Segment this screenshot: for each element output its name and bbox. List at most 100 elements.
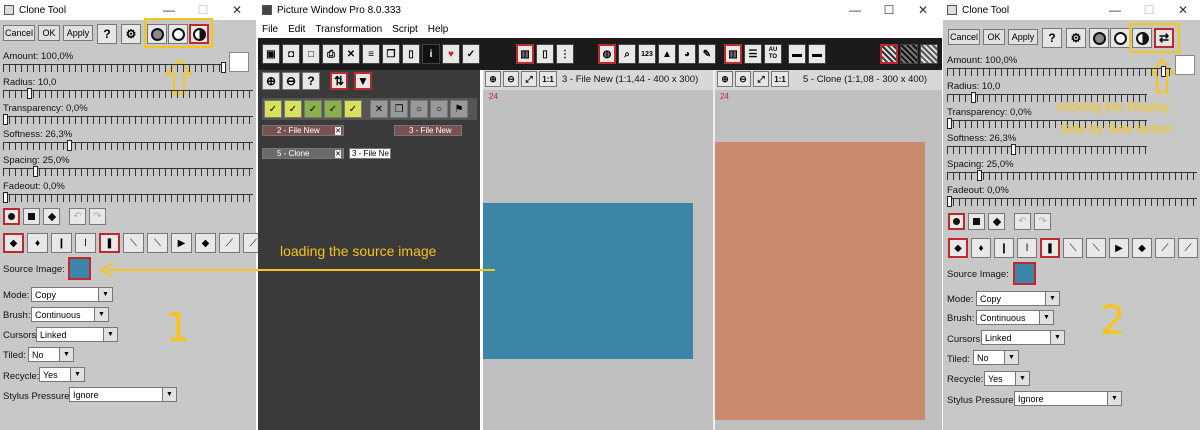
undo-button[interactable]: ↶: [1014, 213, 1031, 230]
pattern3-icon[interactable]: [920, 44, 938, 64]
zoom-in-icon[interactable]: ⊕: [262, 72, 280, 90]
brush-dir-button[interactable]: ◆: [3, 233, 24, 253]
mode-select[interactable]: Copy ▼: [976, 291, 1060, 306]
maximize-button[interactable]: ☐: [1132, 0, 1166, 20]
display-source-button[interactable]: [1089, 28, 1109, 48]
help-button[interactable]: ?: [1042, 28, 1062, 48]
brush-dir-button[interactable]: ♦: [27, 233, 48, 253]
spacing-slider[interactable]: [947, 170, 1197, 182]
redo-button[interactable]: ↷: [1034, 213, 1051, 230]
brush-square-button[interactable]: [23, 208, 40, 225]
cancel-button[interactable]: Cancel: [3, 25, 35, 41]
doc-tab-5[interactable]: 5 - Clone ✕: [262, 148, 344, 159]
brush-round-button[interactable]: [948, 213, 965, 230]
menu-transformation[interactable]: Transformation: [315, 24, 382, 35]
cursors-select[interactable]: Linked ▼: [981, 330, 1065, 345]
mouse-icon[interactable]: ◍: [598, 44, 616, 64]
apply-button[interactable]: Apply: [1008, 29, 1038, 45]
close-icon[interactable]: ✕: [370, 100, 388, 118]
pattern2-icon[interactable]: [900, 44, 918, 64]
display-split-button[interactable]: [189, 24, 209, 44]
redo-button[interactable]: ↷: [89, 208, 106, 225]
side-by-side-swap-icon[interactable]: ⇄: [1154, 28, 1174, 48]
cursors-select[interactable]: Linked ▼: [36, 327, 118, 342]
softness-slider[interactable]: [947, 144, 1147, 156]
close-icon[interactable]: ✕: [335, 126, 341, 135]
close-button[interactable]: ✕: [906, 0, 940, 20]
transparency-slider[interactable]: [3, 114, 253, 126]
cancel-button[interactable]: Cancel: [948, 29, 980, 45]
brush-dir-button[interactable]: ⟍: [1063, 238, 1083, 258]
ok-button[interactable]: OK: [983, 29, 1005, 45]
zoom-in-icon[interactable]: ⊕: [717, 71, 733, 87]
one-to-one-button[interactable]: 1:1: [771, 71, 789, 87]
display-split-button[interactable]: [1132, 28, 1152, 48]
collapse-icon[interactable]: ⇅: [330, 72, 348, 90]
radius-slider[interactable]: [3, 88, 253, 100]
help-icon[interactable]: ?: [302, 72, 320, 90]
doc-tab-3[interactable]: 3 - File New: [394, 125, 462, 136]
zoom-out-icon[interactable]: ⊖: [735, 71, 751, 87]
copy-icon[interactable]: ❐: [390, 100, 408, 118]
check-icon[interactable]: ✓: [284, 100, 302, 118]
bookmark-icon[interactable]: ✓: [462, 44, 480, 64]
brush-round-button[interactable]: [3, 208, 20, 225]
undo-button[interactable]: ↶: [69, 208, 86, 225]
one-to-one-button[interactable]: 1:1: [539, 71, 557, 87]
close-icon[interactable]: ✕: [335, 149, 341, 158]
minimize-button[interactable]: —: [152, 0, 186, 20]
numbers-icon[interactable]: 123: [638, 44, 656, 64]
brush-dir-button[interactable]: ▶: [171, 233, 192, 253]
brush-dir-button[interactable]: ❚: [1040, 238, 1060, 258]
menu-edit[interactable]: Edit: [288, 24, 305, 35]
new-icon[interactable]: □: [302, 44, 320, 64]
mode-select[interactable]: Copy ▼: [31, 287, 113, 302]
print-icon[interactable]: ⎙: [322, 44, 340, 64]
fadeout-slider[interactable]: [3, 192, 253, 204]
open-icon[interactable]: ▣: [262, 44, 280, 64]
brush-dir-button[interactable]: ⟍: [147, 233, 168, 253]
stylus-pressure-select[interactable]: Ignore ▼: [1014, 391, 1122, 406]
close-button[interactable]: ✕: [1166, 0, 1200, 20]
circle-icon[interactable]: ○: [410, 100, 428, 118]
display-target-button[interactable]: [168, 24, 188, 44]
copy-icon[interactable]: ❐: [382, 44, 400, 64]
menu-script[interactable]: Script: [392, 24, 418, 35]
brush-dir-button[interactable]: ▶: [1109, 238, 1129, 258]
brush-dir-button[interactable]: ⟋: [1178, 238, 1198, 258]
single-page-icon[interactable]: ▯: [536, 44, 554, 64]
check-icon[interactable]: ✓: [324, 100, 342, 118]
brush-dir-button[interactable]: ◆: [948, 238, 968, 258]
circle-icon[interactable]: ○: [430, 100, 448, 118]
menu-file[interactable]: File: [262, 24, 278, 35]
check-icon[interactable]: ✓: [344, 100, 362, 118]
ok-button[interactable]: OK: [38, 25, 60, 41]
settings-gear-icon[interactable]: ⚙: [121, 24, 141, 44]
brush-diamond-button[interactable]: [43, 208, 60, 225]
color-swatch[interactable]: [1175, 55, 1195, 75]
amount-slider[interactable]: [947, 66, 1171, 78]
menu-help[interactable]: Help: [428, 24, 449, 35]
brush-select[interactable]: Continuous ▼: [31, 307, 109, 322]
fadeout-slider[interactable]: [947, 196, 1197, 208]
check-icon[interactable]: ✓: [264, 100, 282, 118]
display-target-button[interactable]: [1110, 28, 1130, 48]
dots-icon[interactable]: ⋮: [556, 44, 574, 64]
brush-diamond-button[interactable]: [988, 213, 1005, 230]
auto-icon[interactable]: AU TO: [764, 44, 782, 64]
stylus-pressure-select[interactable]: Ignore ▼: [69, 387, 177, 402]
list-icon[interactable]: ≡: [362, 44, 380, 64]
brush-dir-button[interactable]: ⟋: [1155, 238, 1175, 258]
brush-dir-button[interactable]: ǀ: [1017, 238, 1037, 258]
apply-button[interactable]: Apply: [63, 25, 93, 41]
zoom-out-icon[interactable]: ⊖: [503, 71, 519, 87]
brush-dir-button[interactable]: ⟍: [1086, 238, 1106, 258]
brush-dir-button[interactable]: ǀ: [75, 233, 96, 253]
zoom-icon[interactable]: ⌕: [618, 44, 636, 64]
maximize-button[interactable]: ☐: [872, 0, 906, 20]
check-icon[interactable]: ✓: [304, 100, 322, 118]
source-image-swatch[interactable]: [68, 257, 91, 280]
tiled-select[interactable]: No ▼: [28, 347, 74, 362]
filmstrip-icon[interactable]: ▥: [516, 44, 534, 64]
brush-square-button[interactable]: [968, 213, 985, 230]
